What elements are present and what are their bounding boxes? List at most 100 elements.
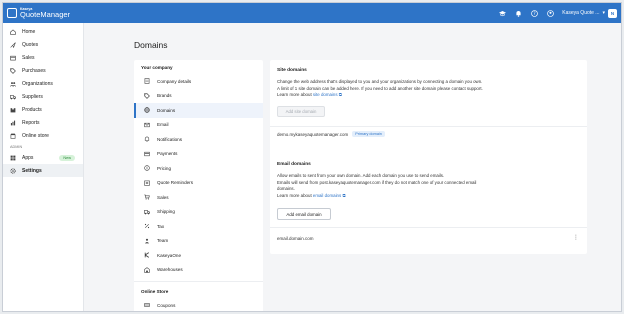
bell-icon[interactable] bbox=[514, 9, 522, 17]
nav-item-products[interactable]: Products bbox=[3, 103, 83, 116]
email-domains-link[interactable]: email domains bbox=[313, 193, 341, 198]
nav-item-label: Online store bbox=[22, 132, 49, 139]
settings-section-your-company: Your company bbox=[141, 64, 173, 70]
add-email-domain-button[interactable]: Add email domain bbox=[277, 208, 331, 220]
settings-item-label: Coupons bbox=[157, 302, 176, 308]
app-logo[interactable]: Kaseya QuoteManager bbox=[7, 7, 70, 19]
email-domains-title: Email domains bbox=[277, 162, 311, 167]
kaseya-icon bbox=[144, 252, 150, 258]
tag-icon bbox=[10, 67, 16, 74]
user-name: Kaseya Quote ... bbox=[562, 10, 600, 16]
nav-item-reports[interactable]: Reports bbox=[3, 116, 83, 129]
settings-section-online-store: Online Store bbox=[141, 288, 169, 294]
nav-item-apps[interactable]: Apps New bbox=[3, 151, 83, 164]
site-domains-title: Site domains bbox=[277, 68, 307, 73]
settings-item-pricing[interactable]: Pricing bbox=[134, 161, 263, 176]
settings-item-domains[interactable]: Domains bbox=[134, 103, 263, 118]
warehouse-icon bbox=[144, 266, 150, 273]
settings-item-label: Company details bbox=[157, 78, 192, 84]
home-icon bbox=[10, 28, 16, 35]
nav-item-sales[interactable]: Sales bbox=[3, 51, 83, 64]
nav-item-purchases[interactable]: Purchases bbox=[3, 64, 83, 77]
settings-item-label: Domains bbox=[157, 107, 176, 113]
avatar: N bbox=[608, 8, 617, 18]
send-icon bbox=[10, 41, 16, 48]
reminder-icon bbox=[144, 180, 150, 186]
top-bar: Kaseya QuoteManager ? Kaseya Quote ... ▾… bbox=[3, 3, 621, 23]
nav-item-label: Quotes bbox=[22, 41, 39, 48]
settings-item-label: KaseyaOne bbox=[157, 252, 182, 258]
settings-item-brands[interactable]: Brands bbox=[134, 89, 263, 104]
nav-item-label: Purchases bbox=[22, 67, 46, 74]
settings-item-label: Email bbox=[157, 122, 169, 128]
learn-more-prefix: Learn more about bbox=[277, 192, 313, 198]
nav-item-online-store[interactable]: Online store bbox=[3, 129, 83, 142]
settings-item-label: Notifications bbox=[157, 136, 183, 142]
store-icon bbox=[10, 133, 16, 139]
settings-item-label: Quote Reminders bbox=[157, 180, 194, 186]
settings-item-team[interactable]: Team bbox=[134, 234, 263, 249]
pricing-icon bbox=[144, 165, 150, 171]
truck-icon bbox=[10, 94, 16, 100]
settings-item-quote-reminders[interactable]: Quote Reminders bbox=[134, 176, 263, 191]
settings-item-coupons[interactable]: Coupons bbox=[134, 298, 263, 311]
settings-item-company-details[interactable]: Company details bbox=[134, 74, 263, 89]
divider bbox=[270, 126, 587, 127]
cart-icon bbox=[144, 194, 150, 200]
external-link-icon: ⧉ bbox=[338, 92, 342, 97]
site-domain-row: demo.mykaseyaquotemanager.com Primary do… bbox=[277, 131, 385, 137]
settings-item-shipping[interactable]: Shipping bbox=[134, 205, 263, 220]
gear-icon bbox=[10, 167, 16, 174]
nav-item-organizations[interactable]: Organizations bbox=[3, 77, 83, 90]
nav-item-quotes[interactable]: Quotes bbox=[3, 38, 83, 51]
email-domain-row: email.domain.com bbox=[277, 236, 314, 241]
site-domains-card: Site domains Change the web address that… bbox=[270, 60, 587, 165]
tag-icon bbox=[144, 93, 150, 99]
percent-icon bbox=[144, 223, 150, 229]
globe-icon bbox=[144, 107, 150, 113]
nav-item-home[interactable]: Home bbox=[3, 25, 83, 38]
email-domains-description-3: domains. bbox=[277, 186, 295, 191]
site-domains-link[interactable]: site domains bbox=[313, 92, 338, 97]
settings-item-label: Tax bbox=[157, 223, 165, 229]
settings-item-label: Team bbox=[157, 238, 169, 244]
nav-item-label: Home bbox=[22, 28, 36, 35]
divider bbox=[270, 227, 587, 228]
add-site-domain-button[interactable]: Add site domain bbox=[277, 106, 325, 117]
nav-item-label: Apps bbox=[22, 154, 34, 161]
graduation-cap-icon[interactable] bbox=[498, 9, 506, 17]
settings-item-email[interactable]: Email bbox=[134, 118, 263, 133]
settings-item-label: Pricing bbox=[157, 165, 172, 171]
user-circle-icon[interactable] bbox=[546, 9, 554, 17]
email-domains-description-2: Emails will send from post.kaseyaquotema… bbox=[277, 179, 477, 185]
nav-item-label: Reports bbox=[22, 119, 40, 126]
nav-item-label: Products bbox=[22, 106, 42, 113]
settings-item-payments[interactable]: Payments bbox=[134, 147, 263, 162]
apps-icon bbox=[10, 155, 16, 161]
logo-mark-icon bbox=[7, 8, 17, 18]
email-domain-name: email.domain.com bbox=[277, 236, 314, 241]
settings-item-tax[interactable]: Tax bbox=[134, 219, 263, 234]
email-domains-description-1: Allow emails to sent from your own domai… bbox=[277, 173, 445, 178]
nav-item-label: Organizations bbox=[22, 80, 53, 87]
settings-item-notifications[interactable]: Notifications bbox=[134, 132, 263, 147]
settings-item-warehouses[interactable]: Warehouses bbox=[134, 263, 263, 278]
new-badge: New bbox=[59, 154, 75, 161]
mail-icon bbox=[144, 122, 150, 128]
nav-item-settings[interactable]: Settings bbox=[3, 164, 83, 177]
more-options-icon[interactable]: ⋮ bbox=[573, 235, 579, 241]
organizations-icon bbox=[10, 81, 16, 87]
chart-icon bbox=[10, 120, 16, 126]
settings-item-kaseyaone[interactable]: KaseyaOne bbox=[134, 248, 263, 263]
settings-item-sales[interactable]: Sales bbox=[134, 190, 263, 205]
help-icon[interactable]: ? bbox=[530, 9, 538, 17]
user-menu[interactable]: Kaseya Quote ... ▾ N bbox=[562, 8, 617, 18]
coupon-icon bbox=[144, 302, 150, 308]
building-icon bbox=[144, 78, 150, 84]
settings-item-label: Shipping bbox=[157, 209, 175, 215]
truck-icon bbox=[144, 209, 150, 215]
team-icon bbox=[144, 238, 150, 244]
nav-item-suppliers[interactable]: Suppliers bbox=[3, 90, 83, 103]
nav-section-admin: ADMIN bbox=[10, 145, 23, 149]
box-icon bbox=[10, 107, 16, 113]
